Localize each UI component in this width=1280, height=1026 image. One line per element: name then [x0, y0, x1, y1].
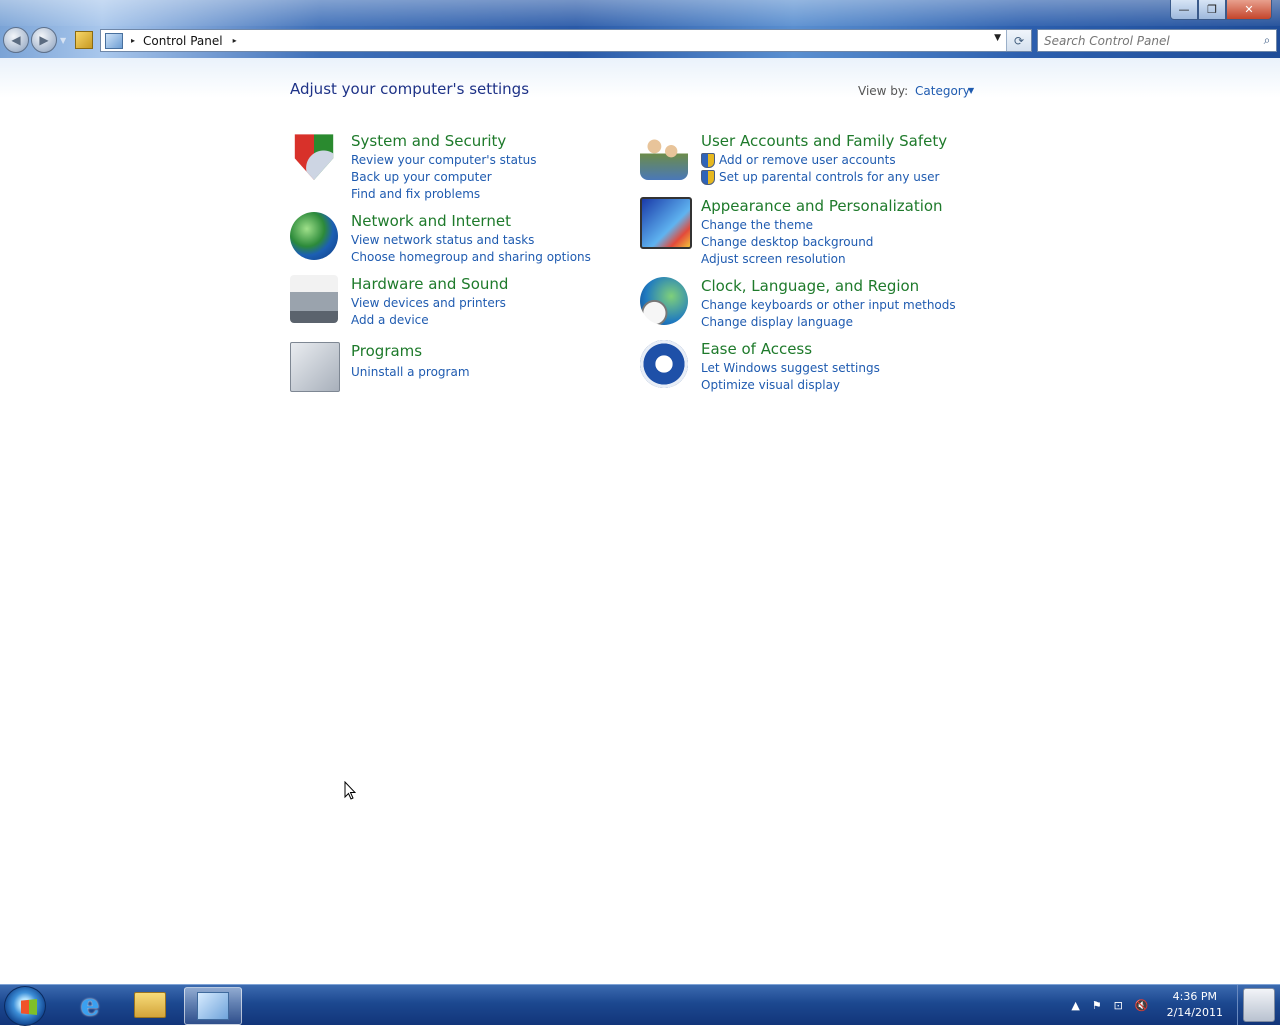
clock-time: 4:36 PM [1172, 990, 1217, 1003]
category-heading[interactable]: Programs [351, 342, 422, 360]
category-heading[interactable]: Network and Internet [351, 212, 511, 230]
maximize-button[interactable]: ❐ [1198, 0, 1226, 20]
view-by-caret-icon[interactable]: ▼ [968, 86, 974, 95]
mouse-pointer-icon [344, 781, 356, 800]
internet-explorer-icon: e [80, 987, 100, 1023]
close-button[interactable]: ✕ [1226, 0, 1272, 20]
show-desktop-button[interactable] [1237, 985, 1280, 1025]
window-title-bar: — ❐ ✕ ◀ ▶ ▼ ▸ Control Panel ▸ ▼ ⟳ ⌕ [0, 0, 1280, 58]
refresh-button[interactable]: ⟳ [1006, 30, 1031, 51]
taskbar: e ▲ ⚑ ⊡ 🔇 4:36 PM 2/14/2011 [0, 984, 1280, 1026]
breadcrumb-control-panel[interactable]: Control Panel [143, 34, 223, 48]
programs-box-icon[interactable] [290, 342, 340, 392]
page-title: Adjust your computer's settings [290, 80, 530, 98]
taskbar-windows-explorer[interactable] [122, 987, 178, 1023]
volume-muted-icon[interactable]: 🔇 [1135, 999, 1149, 1012]
task-link[interactable]: Choose homegroup and sharing options [351, 249, 591, 266]
category-heading[interactable]: Ease of Access [701, 340, 812, 358]
search-icon[interactable]: ⌕ [1258, 33, 1276, 48]
search-input[interactable] [1038, 32, 1258, 49]
monitor-paint-icon[interactable] [640, 197, 692, 249]
category-heading[interactable]: Clock, Language, and Region [701, 277, 919, 295]
start-button[interactable] [4, 986, 46, 1026]
up-folder-icon[interactable] [75, 31, 94, 49]
refresh-icon: ⟳ [1013, 33, 1025, 48]
task-link-label: Add or remove user accounts [719, 153, 896, 167]
task-link[interactable]: Change the theme [701, 217, 873, 234]
forward-arrow-icon: ▶ [39, 33, 49, 47]
task-link[interactable]: Adjust screen resolution [701, 251, 873, 268]
task-link[interactable]: Find and fix problems [351, 186, 537, 203]
system-tray: ▲ ⚑ ⊡ 🔇 4:36 PM 2/14/2011 [1071, 985, 1280, 1025]
task-link[interactable]: View network status and tasks [351, 232, 591, 249]
taskbar-control-panel[interactable] [184, 987, 242, 1025]
minimize-button[interactable]: — [1170, 0, 1198, 20]
taskbar-clock[interactable]: 4:36 PM 2/14/2011 [1167, 989, 1223, 1021]
task-link[interactable]: Set up parental controls for any user [701, 169, 939, 186]
task-link-label: Set up parental controls for any user [719, 170, 940, 184]
task-link[interactable]: Review your computer's status [351, 152, 537, 169]
back-button[interactable]: ◀ [3, 27, 29, 53]
uac-shield-icon [701, 170, 715, 185]
clock-globe-icon[interactable] [640, 277, 688, 325]
task-link[interactable]: View devices and printers [351, 295, 506, 312]
folder-icon [134, 992, 166, 1018]
windows-logo-icon [21, 999, 37, 1015]
printer-speaker-icon[interactable] [290, 275, 338, 323]
control-panel-icon [197, 992, 229, 1020]
back-arrow-icon: ◀ [11, 33, 21, 47]
category-heading[interactable]: User Accounts and Family Safety [701, 132, 947, 150]
clock-date: 2/14/2011 [1166, 1006, 1223, 1019]
ease-of-access-icon[interactable] [640, 340, 688, 388]
task-link[interactable]: Change desktop background [701, 234, 873, 251]
category-heading[interactable]: Appearance and Personalization [701, 197, 943, 215]
search-box[interactable]: ⌕ [1037, 29, 1277, 52]
user-picture-icon [1243, 988, 1275, 1022]
task-link[interactable]: Let Windows suggest settings [701, 360, 880, 377]
action-center-flag-icon[interactable]: ⚑ [1092, 999, 1102, 1012]
category-heading[interactable]: Hardware and Sound [351, 275, 508, 293]
breadcrumb-arrow-icon[interactable]: ▸ [233, 36, 237, 45]
uac-shield-icon [701, 153, 715, 168]
window-controls: — ❐ ✕ [1170, 0, 1272, 20]
view-by-label: View by: [858, 84, 909, 98]
category-heading[interactable]: System and Security [351, 132, 506, 150]
control-panel-icon [105, 32, 123, 49]
control-panel-content: Adjust your computer's settings View by:… [0, 58, 1280, 984]
network-icon[interactable]: ⊡ [1114, 999, 1123, 1012]
view-by-dropdown[interactable]: Category [915, 84, 970, 98]
task-link[interactable]: Add or remove user accounts [701, 152, 939, 169]
task-link[interactable]: Change display language [701, 314, 956, 331]
task-link[interactable]: Add a device [351, 312, 506, 329]
recent-pages-dropdown-icon[interactable]: ▼ [60, 36, 66, 45]
users-icon[interactable] [640, 132, 688, 180]
task-link[interactable]: Optimize visual display [701, 377, 880, 394]
address-bar[interactable]: ▸ Control Panel ▸ ▼ ⟳ [100, 29, 1032, 52]
task-link[interactable]: Back up your computer [351, 169, 537, 186]
network-globe-icon[interactable] [290, 212, 338, 260]
navigation-buttons: ◀ ▶ ▼ [3, 27, 94, 53]
address-dropdown-icon[interactable]: ▼ [994, 33, 1001, 43]
show-hidden-icons-chevron-icon[interactable]: ▲ [1071, 999, 1079, 1012]
shield-pie-icon[interactable] [294, 134, 334, 180]
forward-button[interactable]: ▶ [31, 27, 57, 53]
task-link[interactable]: Uninstall a program [351, 364, 470, 381]
breadcrumb-root-arrow-icon[interactable]: ▸ [131, 36, 135, 45]
taskbar-internet-explorer[interactable]: e [62, 987, 118, 1023]
task-link[interactable]: Change keyboards or other input methods [701, 297, 956, 314]
